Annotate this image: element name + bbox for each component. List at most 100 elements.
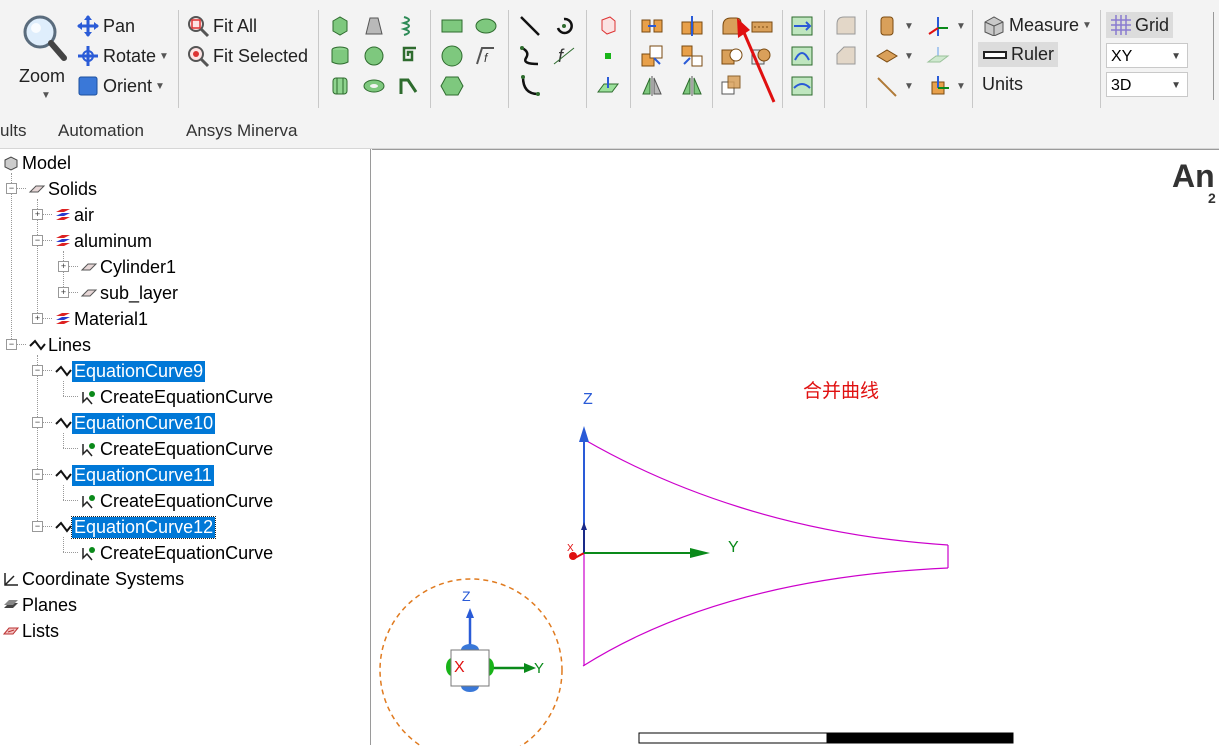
orient-dropdown-arrow[interactable]: ▼: [155, 81, 165, 92]
fit-selected-button[interactable]: Fit Selected: [186, 44, 308, 68]
draw-equation-surface-icon[interactable]: f: [474, 44, 498, 68]
tree-node-create-equation-curve[interactable]: CreateEquationCurve: [80, 437, 275, 461]
draw-equation-curve-icon[interactable]: f: [552, 44, 576, 68]
draw-arc-icon[interactable]: [552, 14, 576, 38]
lists-icon: [2, 627, 20, 635]
plane-select[interactable]: XY ▼: [1106, 43, 1188, 68]
draw-center-arc-icon[interactable]: [518, 74, 542, 98]
measure-dropdown-arrow[interactable]: ▼: [1082, 20, 1092, 31]
face-cs-dropdown-arrow[interactable]: ▼: [904, 51, 914, 62]
plane-icon[interactable]: [596, 74, 620, 98]
line-cs-dropdown[interactable]: ▼: [876, 74, 914, 98]
region-icon[interactable]: [596, 14, 620, 38]
object-cs-icon: [931, 76, 949, 95]
tree-node-create-equation-curve[interactable]: CreateEquationCurve: [80, 385, 275, 409]
tree-line: [68, 266, 78, 267]
point-icon[interactable]: [596, 44, 620, 68]
unite-icon[interactable]: [640, 14, 664, 38]
tab-ansys-minerva[interactable]: Ansys Minerva: [186, 121, 297, 141]
object-cs-dropdown-arrow[interactable]: ▼: [956, 81, 966, 92]
sweep-face-icon[interactable]: [790, 74, 814, 98]
draw-helix-icon[interactable]: [396, 14, 420, 38]
zoom-button[interactable]: Zoom ▼: [14, 12, 74, 104]
draw-cone-icon[interactable]: [362, 14, 386, 38]
pan-button[interactable]: Pan: [76, 14, 135, 38]
wrap-sheet-icon[interactable]: [790, 44, 814, 68]
tab-automation[interactable]: Automation: [58, 121, 144, 141]
draw-ellipse-icon[interactable]: [474, 14, 498, 38]
draw-rectangle-icon[interactable]: [440, 14, 464, 38]
tree-node-equation-curve-11[interactable]: EquationCurve11: [54, 463, 214, 487]
object-cs-dropdown[interactable]: ▼: [926, 74, 966, 98]
rotate-button[interactable]: Rotate ▼: [76, 44, 169, 68]
relative-cs-dropdown-arrow[interactable]: ▼: [956, 21, 966, 32]
duplicate-mirror-icon[interactable]: [680, 74, 704, 98]
imprint-icon[interactable]: [680, 44, 704, 68]
tree-node-solids[interactable]: Solids: [28, 177, 99, 201]
tree-node-sub-layer[interactable]: sub_layer: [80, 281, 180, 305]
tree-line: [16, 344, 26, 345]
planes-icon: [4, 600, 18, 608]
draw-spline-icon[interactable]: [518, 44, 542, 68]
ruler-button[interactable]: Ruler: [978, 42, 1059, 67]
cs-dropdown-arrow[interactable]: ▼: [904, 21, 914, 32]
draw-cylinder-icon[interactable]: [328, 44, 352, 68]
tree-node-air[interactable]: air: [54, 203, 96, 227]
line-cs-dropdown-arrow[interactable]: ▼: [904, 81, 914, 92]
tree-node-planes[interactable]: Planes: [2, 593, 79, 617]
tree-node-coordinate-systems[interactable]: Coordinate Systems: [2, 567, 186, 591]
thicken-sheet-icon[interactable]: [790, 14, 814, 38]
tab-results[interactable]: ults: [0, 121, 26, 141]
draw-regular-polygon-icon[interactable]: [440, 74, 464, 98]
split-icon[interactable]: [680, 14, 704, 38]
face-coordinate-icon-button[interactable]: [926, 44, 953, 68]
tree-node-create-equation-curve[interactable]: CreateEquationCurve: [80, 489, 275, 513]
tree-node-equation-curve-12[interactable]: EquationCurve12: [54, 515, 217, 539]
face-cs-dropdown[interactable]: ▼: [876, 44, 914, 68]
tree-node-model[interactable]: Model: [2, 151, 73, 175]
material-icon: [56, 235, 70, 246]
tree-label: CreateEquationCurve: [100, 490, 274, 511]
draw-line-icon[interactable]: [518, 14, 542, 38]
tree-node-create-equation-curve[interactable]: CreateEquationCurve: [80, 541, 275, 565]
grid-button[interactable]: Grid: [1106, 12, 1174, 38]
draw-box-icon[interactable]: [328, 14, 352, 38]
tree-node-material1[interactable]: Material1: [54, 307, 150, 331]
model-icon: [4, 156, 18, 171]
tree-node-lists[interactable]: Lists: [2, 619, 61, 643]
fillet-icon[interactable]: [834, 14, 858, 38]
line-icon: [55, 521, 72, 533]
view-orientation-triad[interactable]: Z Y X: [380, 579, 562, 746]
measure-button[interactable]: Measure ▼: [982, 14, 1092, 36]
draw-sphere-icon[interactable]: [362, 44, 386, 68]
tree-node-lines[interactable]: Lines: [28, 333, 93, 357]
relative-cs-dropdown[interactable]: ▼: [926, 14, 966, 38]
orient-button[interactable]: Orient ▼: [76, 74, 165, 98]
zoom-dropdown-arrow[interactable]: ▼: [41, 90, 51, 101]
draw-circle-icon[interactable]: [440, 44, 464, 68]
relative-cs-icon: [928, 17, 948, 36]
draw-spiral-icon[interactable]: [396, 44, 420, 68]
view-dimension-select[interactable]: 3D ▼: [1106, 72, 1188, 97]
tree-node-cylinder1[interactable]: Cylinder1: [80, 255, 178, 279]
rotate-dropdown-arrow[interactable]: ▼: [159, 51, 169, 62]
modeler-viewport[interactable]: An 2 合并曲线 Z Y X Z Y X: [372, 149, 1219, 746]
coordinate-system-dropdown[interactable]: ▼: [876, 14, 914, 38]
subtract-icon[interactable]: [640, 44, 664, 68]
axis-y-label: Y: [728, 539, 739, 556]
mirror-icon[interactable]: [640, 74, 664, 98]
face-coordinate-icon: [926, 47, 950, 63]
draw-torus-icon[interactable]: [362, 74, 386, 98]
fit-all-button[interactable]: Fit All: [186, 14, 257, 38]
units-button[interactable]: Units: [982, 74, 1023, 95]
tree-node-aluminum[interactable]: aluminum: [54, 229, 154, 253]
tree-node-equation-curve-10[interactable]: EquationCurve10: [54, 411, 216, 435]
chamfer-icon[interactable]: [834, 44, 858, 68]
axis-x-label: X: [567, 543, 574, 554]
tree-node-equation-curve-9[interactable]: EquationCurve9: [54, 359, 206, 383]
draw-regular-polyhedron-icon[interactable]: [328, 74, 352, 98]
tree-line: [63, 537, 64, 552]
tree-line: [42, 214, 52, 215]
draw-bondwire-icon[interactable]: [396, 74, 420, 98]
line-icon: [55, 365, 72, 377]
